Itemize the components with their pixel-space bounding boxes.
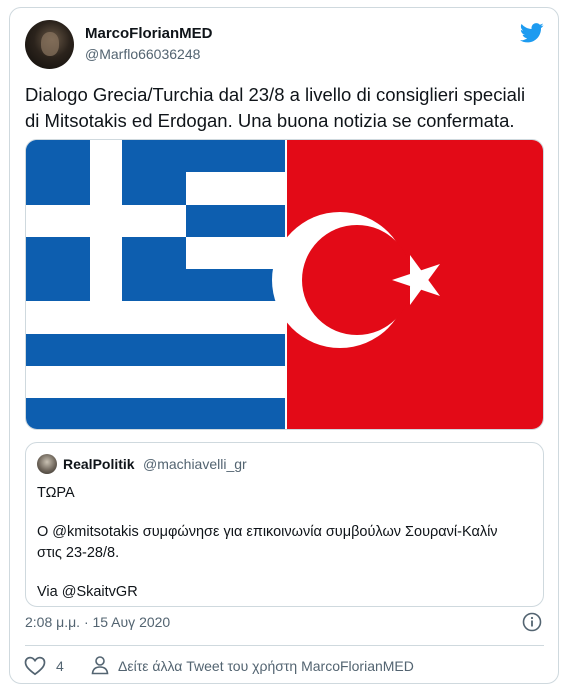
quoted-text-line: Via @SkaitvGR: [37, 584, 138, 600]
like-count[interactable]: 4: [56, 658, 64, 674]
tweet-timestamp[interactable]: 2:08 μ.μ. · 15 Αυγ 2020: [25, 614, 170, 630]
greek-flag: [26, 140, 285, 429]
quoted-author-handle[interactable]: @machiavelli_gr: [143, 456, 247, 472]
tweet-text-line: Dialogo Grecia/Turchia dal 23/8 a livell…: [25, 84, 526, 105]
tweet-text: Dialogo Grecia/Turchia dal 23/8 a livell…: [25, 82, 550, 134]
tweet-text-line: di Mitsotakis ed Erdogan. Una buona noti…: [25, 110, 515, 131]
user-icon[interactable]: [90, 655, 110, 675]
tweet-media-image[interactable]: [25, 139, 544, 430]
info-icon[interactable]: [522, 612, 542, 632]
author-name[interactable]: MarcoFlorianMED: [85, 25, 213, 42]
author-avatar[interactable]: [25, 20, 74, 69]
quoted-text-line: Ο @kmitsotakis συμφώνησε για επικοινωνία…: [37, 524, 498, 540]
quoted-author-name[interactable]: RealPolitik: [63, 456, 135, 472]
author-handle[interactable]: @Marflo66036248: [85, 46, 200, 62]
turkish-flag: [272, 140, 543, 429]
more-tweets-link[interactable]: Δείτε άλλα Tweet του χρήστη MarcoFlorian…: [118, 658, 414, 674]
quoted-text-line: στις 23-28/8.: [37, 545, 120, 561]
quoted-text-line: ΤΩΡΑ: [37, 485, 75, 501]
quoted-author-avatar[interactable]: [37, 454, 57, 474]
divider: [25, 645, 544, 646]
twitter-bird-icon[interactable]: [520, 23, 544, 43]
tweet-card[interactable]: MarcoFlorianMED @Marflo66036248 Dialogo …: [9, 7, 559, 684]
quoted-tweet[interactable]: RealPolitik @machiavelli_gr ΤΩΡΑ Ο @kmit…: [25, 442, 544, 607]
heart-icon[interactable]: [24, 656, 46, 676]
